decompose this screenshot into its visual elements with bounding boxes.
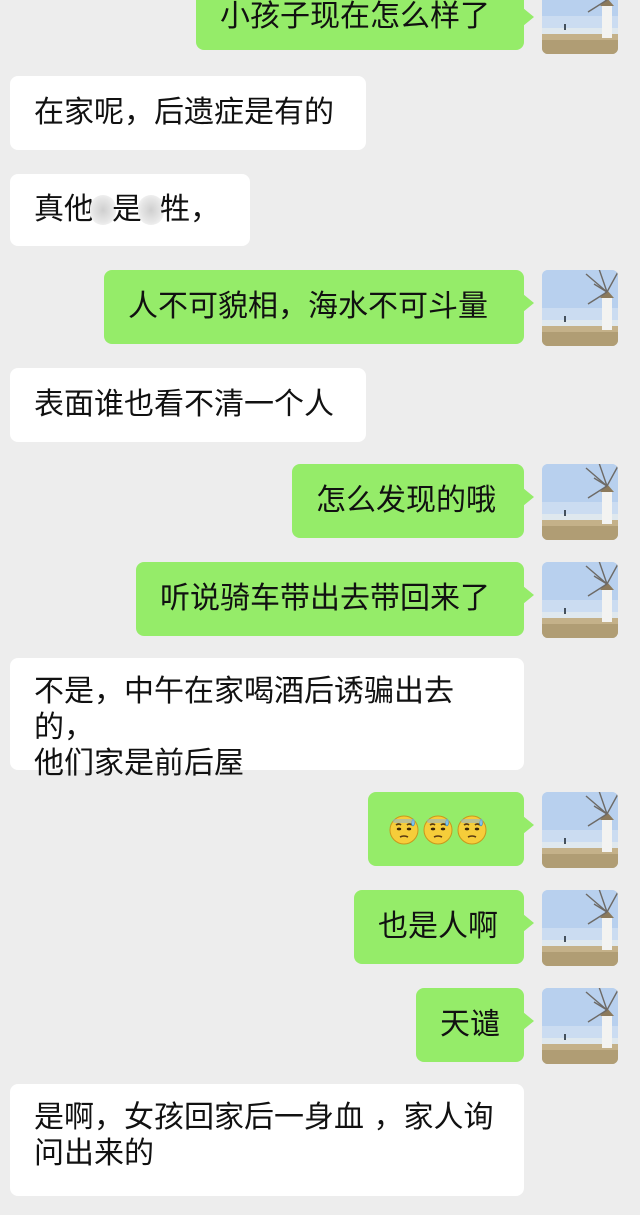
- sweat-face-emoji: [456, 813, 488, 845]
- message-text-line: 不是，中午在家喝酒后诱骗出去的，: [34, 674, 454, 745]
- message-bubble-outgoing[interactable]: 也是人啊: [354, 890, 534, 964]
- avatar[interactable]: [542, 464, 618, 540]
- message-text-line: 他们家是前后屋: [34, 746, 244, 781]
- message-text-line: 问出来的: [34, 1136, 154, 1171]
- message-bubble-incoming[interactable]: 在家呢，后遗症是有的: [10, 76, 366, 150]
- message-text: 在家呢，后遗症是有的: [34, 95, 334, 130]
- avatar[interactable]: [542, 270, 618, 346]
- message-bubble-outgoing[interactable]: 小孩子现在怎么样了: [196, 0, 534, 50]
- chat-area: 小孩子现在怎么样了 在家呢，后遗症是有的 真他 是 牲， 人不可貌相，海水不可斗…: [0, 0, 640, 1215]
- message-bubble-outgoing[interactable]: 天谴: [416, 988, 534, 1062]
- message-bubble-incoming[interactable]: 是啊，女孩回家后一身血 ，家人询 问出来的: [10, 1084, 524, 1196]
- message-bubble-incoming[interactable]: 表面谁也看不清一个人: [10, 368, 366, 442]
- message-bubble-incoming[interactable]: 不是，中午在家喝酒后诱骗出去的， 他们家是前后屋: [10, 658, 524, 781]
- message-text: 也是人啊: [378, 909, 498, 944]
- sweat-face-emoji: [388, 813, 420, 845]
- message-bubble-outgoing[interactable]: 人不可貌相，海水不可斗量: [104, 270, 534, 344]
- avatar[interactable]: [542, 988, 618, 1064]
- avatar[interactable]: [542, 890, 618, 966]
- message-text: 表面谁也看不清一个人: [34, 387, 334, 422]
- message-bubble-outgoing[interactable]: 听说骑车带出去带回来了: [136, 562, 534, 636]
- avatar[interactable]: [542, 0, 618, 54]
- message-text: 小孩子现在怎么样了: [220, 0, 490, 34]
- message-text: 听说骑车带出去带回来了: [160, 581, 490, 616]
- message-text-line: 是啊，女孩回家后一身血 ，家人询: [34, 1100, 494, 1135]
- avatar[interactable]: [542, 792, 618, 868]
- sweat-face-emoji: [422, 813, 454, 845]
- avatar[interactable]: [542, 562, 618, 638]
- message-text-part: 牲，: [160, 192, 220, 227]
- message-bubble-incoming[interactable]: 真他 是 牲，: [10, 174, 250, 246]
- message-text: 人不可貌相，海水不可斗量: [128, 289, 488, 324]
- message-text: 天谴: [440, 1007, 500, 1042]
- message-text: 怎么发现的哦: [316, 483, 496, 518]
- message-text-part: 真他: [34, 192, 94, 227]
- message-bubble-outgoing[interactable]: 怎么发现的哦: [292, 464, 534, 538]
- message-bubble-outgoing[interactable]: [368, 792, 534, 866]
